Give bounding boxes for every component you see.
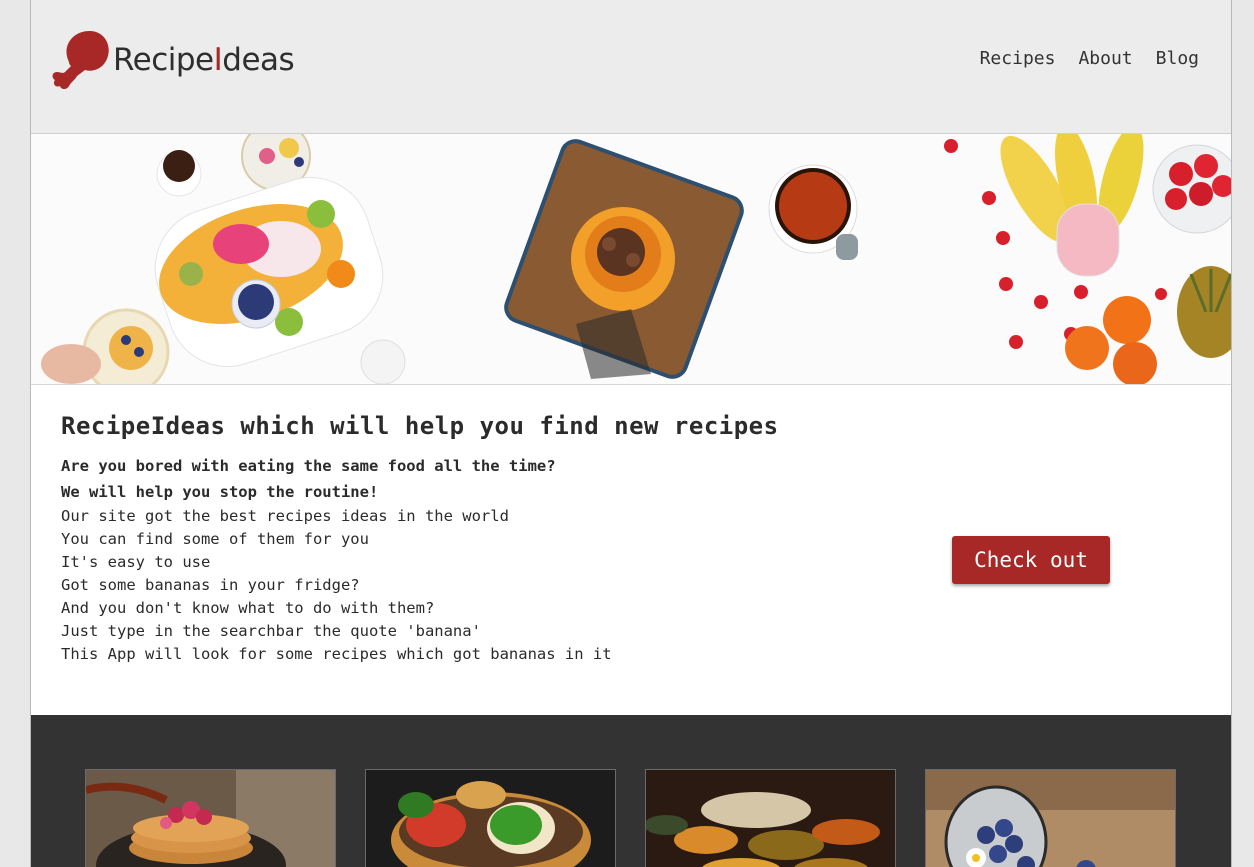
- burger-image: [366, 770, 615, 867]
- recipe-card-blueberries[interactable]: [925, 769, 1176, 867]
- nav-recipes[interactable]: Recipes: [980, 48, 1056, 69]
- pancakes-image: [86, 770, 335, 867]
- intro-line-7: This App will look for some recipes whic…: [61, 645, 612, 663]
- recipe-card-pancakes[interactable]: [85, 769, 336, 867]
- intro-title: RecipeIdeas which will help you find new…: [61, 412, 779, 440]
- main-nav: Recipes About Blog: [980, 48, 1199, 69]
- intro-bold-line-2: We will help you stop the routine!: [61, 483, 379, 501]
- blueberries-image: [926, 770, 1175, 867]
- logo[interactable]: RecipeIdeas: [51, 28, 295, 92]
- recipe-gallery: [31, 715, 1231, 867]
- breakfast-flatlay-image: [41, 134, 1231, 384]
- drumstick-icon: [52, 30, 109, 89]
- header: RecipeIdeas Recipes About Blog: [31, 0, 1231, 134]
- intro-line-2: You can find some of them for you: [61, 530, 369, 548]
- hero-image: [31, 134, 1231, 385]
- intro-line-4: Got some bananas in your fridge?: [61, 576, 360, 594]
- intro-line-5: And you don't know what to do with them?: [61, 599, 435, 617]
- recipe-card-spices[interactable]: [645, 769, 896, 867]
- spices-image: [646, 770, 895, 867]
- intro-line-3: It's easy to use: [61, 553, 211, 571]
- page: RecipeIdeas Recipes About Blog RecipeIde…: [30, 0, 1232, 867]
- check-out-button[interactable]: Check out: [952, 536, 1110, 584]
- nav-blog[interactable]: Blog: [1156, 48, 1199, 69]
- intro-line-6: Just type in the searchbar the quote 'ba…: [61, 622, 481, 640]
- intro-line-1: Our site got the best recipes ideas in t…: [61, 507, 509, 525]
- intro-bold-line-1: Are you bored with eating the same food …: [61, 457, 556, 475]
- nav-about[interactable]: About: [1078, 48, 1132, 69]
- intro-section: RecipeIdeas which will help you find new…: [61, 412, 861, 666]
- logo-text: RecipeIdeas: [113, 42, 295, 78]
- recipe-card-burger[interactable]: [365, 769, 616, 867]
